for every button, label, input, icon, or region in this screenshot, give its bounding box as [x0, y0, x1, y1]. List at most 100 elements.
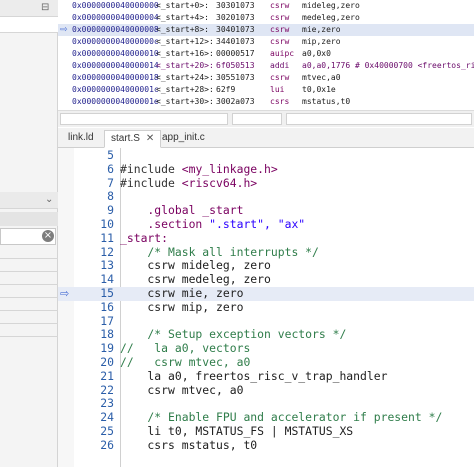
- code-token: li t0, MSTATUS_FS | MSTATUS_XS: [120, 424, 354, 438]
- disassembly-mnemonic: csrw: [270, 1, 290, 10]
- disassembly-view[interactable]: 0x0000000040000000 <_start+0>: 30301073 csr…: [58, 0, 474, 108]
- code-line[interactable]: 18 /* Setup exception vectors */: [58, 327, 474, 342]
- code-line[interactable]: 10 .section ".start", "ax": [58, 217, 474, 232]
- chevron-down-icon[interactable]: ⌄: [45, 194, 53, 206]
- code-token: /* Setup exception vectors */: [120, 327, 347, 342]
- disassembly-opcode: 30551073: [216, 73, 255, 82]
- code-line[interactable]: 19 // la a0, vectors: [58, 341, 474, 356]
- code-line[interactable]: ⇨ 15 csrw mie, zero: [58, 286, 474, 301]
- code-line[interactable]: 26 csrs mstatus, t0: [58, 437, 474, 453]
- clear-icon[interactable]: ×: [42, 230, 54, 242]
- line-number: 6: [107, 161, 114, 176]
- filter-input[interactable]: ×: [0, 228, 56, 245]
- code-line[interactable]: 21 la a0, freertos_risc_v_trap_handler: [58, 369, 474, 384]
- tab-label: link.ld: [68, 132, 94, 143]
- disassembly-address: 0x0000000040000004: [72, 13, 159, 22]
- code-line[interactable]: 24 /* Enable FPU and accelerator if pres…: [58, 410, 474, 425]
- code-text: .global _start: [120, 203, 244, 218]
- code-text: #include <riscv64.h>: [120, 176, 257, 191]
- disassembly-operands: mideleg,zero: [302, 1, 360, 10]
- disassembly-operands: mie,zero: [302, 25, 341, 34]
- tab-app-init-c[interactable]: app_init.c: [156, 130, 211, 148]
- line-number: 20: [100, 355, 114, 369]
- disassembly-operands: medeleg,zero: [302, 13, 360, 22]
- tab-link-ld[interactable]: link.ld: [62, 130, 100, 148]
- disassembly-field[interactable]: [286, 113, 472, 125]
- disassembly-address: 0x000000004000000c: [72, 37, 159, 46]
- disassembly-row[interactable]: 0x0000000040000010 <_start+16>: 00000517 au…: [58, 48, 474, 60]
- code-text: csrw mtvec, a0: [120, 383, 243, 398]
- disassembly-field[interactable]: [232, 113, 282, 125]
- disassembly-address-field[interactable]: [60, 113, 228, 125]
- code-line[interactable]: 14 csrw medeleg, zero: [58, 272, 474, 287]
- code-token: csrw mip, zero: [120, 299, 244, 314]
- disassembly-bottom-bar: [58, 110, 474, 127]
- code-line[interactable]: 25 li t0, MSTATUS_FS | MSTATUS_XS: [58, 424, 474, 439]
- disassembly-symbol: <_start+12>:: [156, 37, 214, 46]
- close-icon[interactable]: ✕: [146, 133, 154, 144]
- disassembly-symbol: <_start+0>:: [156, 1, 209, 10]
- line-number: 7: [107, 175, 114, 190]
- code-text: // la a0, vectors: [120, 341, 250, 356]
- code-text: la a0, freertos_risc_v_trap_handler: [120, 369, 387, 384]
- disassembly-symbol: <_start+8>:: [156, 25, 209, 34]
- code-line[interactable]: 6 #include <my_linkage.h>: [58, 161, 474, 177]
- left-panel-tab-strip: [0, 212, 58, 226]
- line-number: 13: [100, 258, 114, 273]
- line-number: 26: [100, 437, 114, 452]
- disassembly-opcode: 30201073: [216, 13, 255, 22]
- code-text: csrw mie, zero: [120, 286, 243, 301]
- code-line[interactable]: 22 csrw mtvec, a0: [58, 383, 474, 398]
- code-text: /* Mask all interrupts */: [120, 245, 318, 260]
- line-number: 8: [107, 189, 114, 204]
- code-line[interactable]: 20 // csrw mtvec, a0: [58, 355, 474, 370]
- disassembly-mnemonic: csrw: [270, 25, 290, 34]
- tab-start-s[interactable]: start.S ✕: [104, 130, 162, 148]
- disassembly-address: 0x0000000040000000: [72, 1, 159, 10]
- disassembly-opcode: 6f050513: [216, 61, 255, 70]
- code-text: csrs mstatus, t0: [120, 437, 258, 453]
- collapse-icon[interactable]: ⊟: [41, 2, 49, 14]
- code-line[interactable]: 13 csrw mideleg, zero: [58, 258, 474, 273]
- line-number: 23: [100, 396, 114, 411]
- code-line[interactable]: 12 /* Mask all interrupts */: [58, 245, 474, 260]
- disassembly-mnemonic: csrw: [270, 73, 290, 82]
- code-line[interactable]: 23: [58, 397, 474, 411]
- code-line[interactable]: 16 csrw mip, zero: [58, 299, 474, 315]
- disassembly-row[interactable]: 0x0000000040000018 <_start+24>: 30551073 cs…: [58, 72, 474, 84]
- code-token: // csrw mtvec, a0: [120, 355, 251, 369]
- disassembly-row[interactable]: 0x000000004000001e <_start+30>: 3002a073 cs…: [58, 96, 474, 108]
- disassembly-address: 0x0000000040000008: [72, 25, 159, 34]
- disassembly-row[interactable]: ⇨ 0x0000000040000008 <_start+8>: 30401073 cs…: [58, 24, 474, 36]
- code-token: csrs mstatus, t0: [120, 437, 258, 452]
- disassembly-mnemonic: csrw: [270, 13, 290, 22]
- code-token: .global _start: [120, 203, 244, 218]
- disassembly-operands: a0,a0,1776 # 0x40000700 <freertos_risc: [302, 61, 474, 70]
- disassembly-operands: mstatus,t0: [302, 97, 351, 106]
- line-number: 16: [100, 299, 114, 314]
- disassembly-operands: mip,zero: [302, 37, 341, 46]
- disassembly-operands: mtvec,a0: [302, 73, 341, 82]
- disassembly-row[interactable]: 0x0000000040000000 <_start+0>: 30301073 csr…: [58, 0, 474, 12]
- left-panel-row[interactable]: [0, 17, 58, 32]
- disassembly-row[interactable]: 0x0000000040000014 <_start+20>: 6f050513 ad…: [58, 60, 474, 72]
- code-editor[interactable]: 5 6 #include <my_linkage.h> 7 #include <risc…: [58, 148, 474, 467]
- disassembly-row[interactable]: 0x000000004000001c <_start+28>: 62f9 lui t0,…: [58, 84, 474, 96]
- disassembly-mnemonic: lui: [270, 85, 285, 94]
- code-line[interactable]: 7 #include <riscv64.h>: [58, 175, 474, 191]
- disassembly-opcode: 62f9: [216, 85, 236, 94]
- code-line[interactable]: 17: [58, 313, 474, 329]
- line-number: 17: [100, 313, 114, 328]
- disassembly-opcode: 30401073: [216, 25, 255, 34]
- disassembly-row[interactable]: 0x000000004000000c <_start+12>: 34401073 cs…: [58, 36, 474, 48]
- code-token: csrw mideleg, zero: [120, 258, 271, 273]
- disassembly-row[interactable]: 0x0000000040000004 <_start+4>: 30201073 csr…: [58, 12, 474, 24]
- disassembly-mnemonic: addi: [270, 61, 290, 70]
- code-line[interactable]: 9 .global _start: [58, 203, 474, 218]
- code-line[interactable]: 8: [58, 190, 474, 204]
- code-line[interactable]: 11 _start:: [58, 231, 474, 246]
- line-number: 9: [107, 203, 114, 218]
- disassembly-address: 0x000000004000001c: [72, 85, 159, 94]
- code-text: // csrw mtvec, a0: [120, 355, 251, 370]
- code-line[interactable]: 5: [58, 148, 474, 163]
